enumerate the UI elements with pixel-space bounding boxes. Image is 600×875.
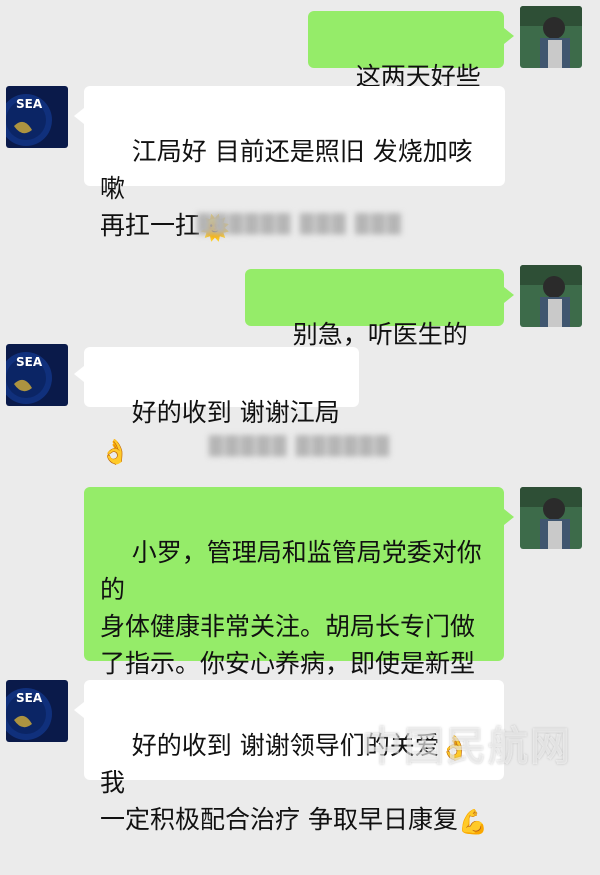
- message-row-2: SEA 江局好 目前还是照旧 发烧加咳嗽 再扛一扛🌞: [0, 86, 600, 240]
- message-row-3: 别急，听医生的安排: [0, 265, 600, 386]
- avatar-contact[interactable]: SEA: [6, 86, 68, 148]
- message-row-4: SEA 好的收到 谢谢江局👌: [0, 344, 600, 464]
- message-bubble[interactable]: 好的收到 谢谢江局👌: [84, 347, 359, 464]
- timestamp: ██████ ███ ███: [197, 214, 403, 235]
- avatar-self[interactable]: [520, 487, 582, 549]
- timestamp: █████ ██████: [209, 436, 391, 457]
- message-text: 好的收到 谢谢江局: [131, 398, 340, 427]
- svg-text:SEA: SEA: [16, 355, 43, 369]
- avatar-contact[interactable]: SEA: [6, 680, 68, 742]
- message-row-1: 这两天好些没？: [0, 6, 600, 128]
- message-bubble[interactable]: 别急，听医生的安排: [245, 269, 504, 386]
- message-bubble[interactable]: 这两天好些没？: [308, 11, 504, 128]
- message-bubble[interactable]: 小罗，管理局和监管局党委对你的 身体健康非常关注。胡局长专门做 了指示。你安心养…: [84, 487, 504, 715]
- message-row-5: 小罗，管理局和监管局党委对你的 身体健康非常关注。胡局长专门做 了指示。你安心养…: [0, 487, 600, 715]
- message-bubble[interactable]: 江局好 目前还是照旧 发烧加咳嗽 再扛一扛🌞: [84, 86, 505, 240]
- avatar-self[interactable]: [520, 6, 582, 68]
- avatar-self[interactable]: [520, 265, 582, 327]
- svg-text:SEA: SEA: [16, 97, 43, 111]
- svg-text:SEA: SEA: [16, 691, 43, 705]
- watermark-logo: 中国民航网: [362, 723, 572, 770]
- avatar-contact[interactable]: SEA: [6, 344, 68, 406]
- flexed-bicep-emoji-icon: 💪: [457, 808, 488, 836]
